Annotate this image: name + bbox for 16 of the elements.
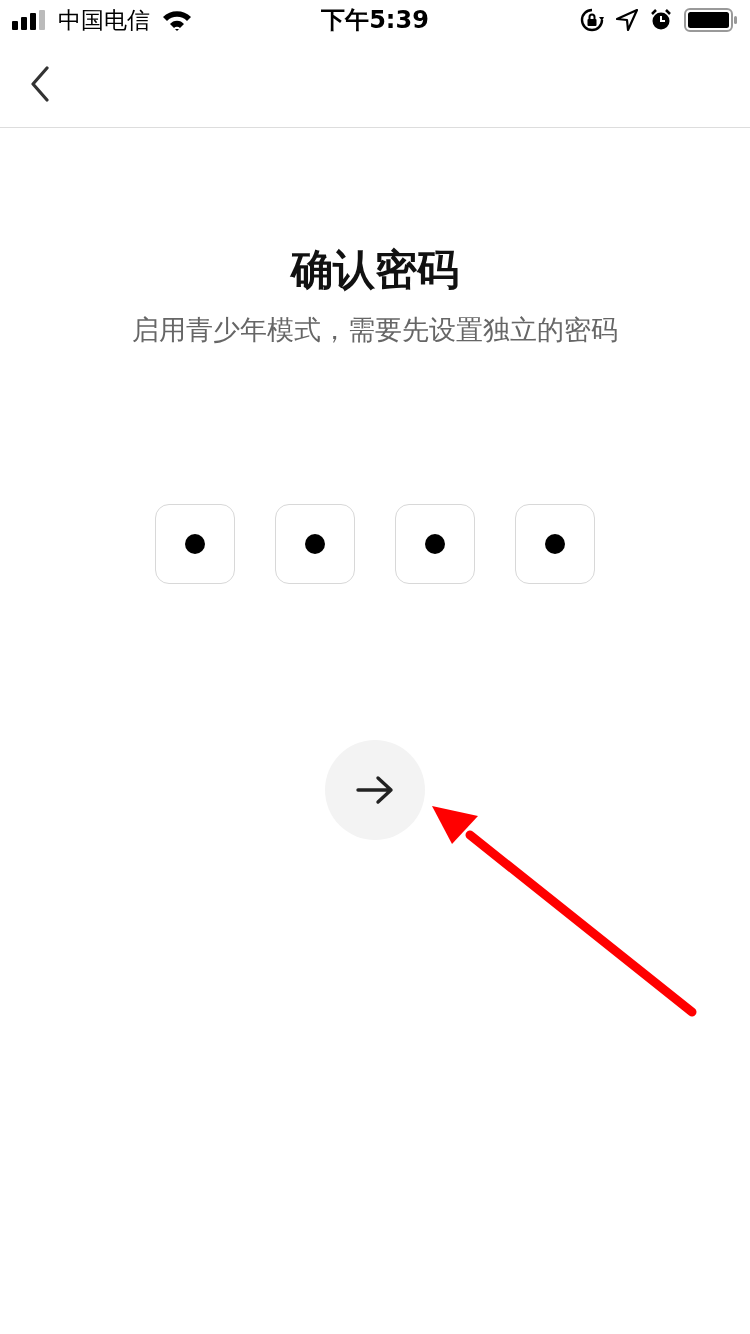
battery-icon [684,8,738,32]
pin-box[interactable] [515,504,595,584]
page-title: 确认密码 [291,244,459,296]
location-icon [616,9,638,31]
pin-box[interactable] [275,504,355,584]
status-time: 下午5:39 [321,5,429,36]
back-icon [30,65,50,102]
rotation-lock-icon [580,8,604,32]
alarm-icon [650,9,672,31]
carrier-name: 中国电信 [58,5,150,35]
page-subtitle: 启用青少年模式，需要先设置独立的密码 [132,313,618,347]
pin-box[interactable] [395,504,475,584]
signal-icon [12,10,46,30]
pin-box[interactable] [155,504,235,584]
arrow-right-icon [356,775,394,805]
wifi-icon [162,9,192,31]
